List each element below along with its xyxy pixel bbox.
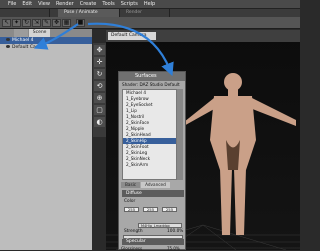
color-r-field[interactable]: 255	[124, 207, 139, 212]
rotate-icon[interactable]: ↻	[94, 69, 105, 79]
main-toolbar: ↖ ✦ ↻ ⇲ ✎ ✥ ▦ ■	[0, 17, 300, 29]
specular-header[interactable]: Specular	[122, 239, 184, 245]
surfaces-title: Surfaces	[119, 72, 185, 81]
menu-file[interactable]: File	[8, 1, 16, 7]
zoom-icon[interactable]: ⊕	[94, 93, 105, 103]
frame-icon[interactable]: ▢	[94, 105, 105, 115]
grid-tool-icon[interactable]: ▦	[62, 19, 71, 27]
scene-tab-bar: Scene	[0, 29, 92, 37]
diffuse-map-field[interactable]: M4Hip_Lmaddox	[138, 223, 182, 228]
list-item[interactable]: 2_SkinArm	[123, 162, 176, 168]
surface-list[interactable]: Michael 4 1_Eyebrow 2_EyeSocket 1_Lip 1_…	[122, 89, 177, 180]
menu-edit[interactable]: Edit	[22, 1, 32, 7]
diffuse-header[interactable]: Diffuse	[122, 190, 184, 197]
color-label: Color	[124, 199, 136, 204]
visibility-eye-icon[interactable]	[6, 38, 10, 41]
strength-label: Strength	[124, 229, 143, 234]
visibility-eye-icon[interactable]	[6, 45, 10, 48]
strength-value: 100.0%	[167, 229, 184, 234]
menu-tools[interactable]: Tools	[102, 1, 114, 7]
tab-other[interactable]	[14, 29, 28, 37]
tab-basic[interactable]: Basic	[121, 182, 141, 188]
glossiness-label: Glossiness	[121, 246, 143, 251]
scene-item-camera[interactable]: Default Camera	[0, 44, 92, 51]
arrow-tool-icon[interactable]: ↖	[2, 19, 11, 27]
menu-create[interactable]: Create	[80, 1, 97, 7]
tab-render[interactable]: Render	[120, 9, 170, 17]
orbit-icon[interactable]: ⟲	[94, 81, 105, 91]
menu-help[interactable]: Help	[144, 1, 155, 7]
room-tabs: Pose / Animate Render	[0, 9, 300, 17]
cube-tool-icon[interactable]: ■	[76, 19, 85, 27]
color-b-field[interactable]: 255	[162, 207, 177, 212]
move-tool-icon[interactable]: ✥	[52, 19, 61, 27]
tab-pose-animate[interactable]: Pose / Animate	[58, 9, 120, 17]
tab-scene[interactable]: Scene	[28, 29, 51, 37]
camera-select[interactable]: Default Camera	[108, 32, 156, 40]
sparkle-tool-icon[interactable]: ✦	[12, 19, 21, 27]
move-icon[interactable]: ✛	[94, 57, 105, 67]
surfaces-panel: Surfaces Shader: DAZ Studio Default Mich…	[118, 71, 186, 251]
menu-view[interactable]: View	[38, 1, 50, 7]
scale-tool-icon[interactable]: ⇲	[32, 19, 41, 27]
tab-advanced[interactable]: Advanced	[141, 182, 170, 188]
viewport-header: Default Camera	[106, 30, 300, 42]
shader-label: Shader: DAZ Studio Default	[122, 82, 180, 87]
menu-bar: File Edit View Render Create Tools Scrip…	[0, 0, 300, 9]
scene-item-michael[interactable]: Michael 4	[0, 37, 92, 44]
menu-scripts[interactable]: Scripts	[121, 1, 138, 7]
pan-icon[interactable]: ◐	[94, 117, 105, 127]
scene-pane: Scene Michael 4 Default Camera	[0, 29, 92, 250]
glossiness-value: 75.0%	[167, 246, 180, 251]
viewport-tools: ✥ ✛ ↻ ⟲ ⊕ ▢ ◐	[93, 43, 106, 137]
rotate-tool-icon[interactable]: ↻	[22, 19, 31, 27]
tab-left[interactable]	[0, 9, 50, 17]
translate-icon[interactable]: ✥	[94, 45, 105, 55]
menu-render[interactable]: Render	[56, 1, 74, 7]
paint-tool-icon[interactable]: ✎	[42, 19, 51, 27]
property-tabs: Basic Advanced	[121, 182, 170, 188]
list-scrollbar[interactable]	[177, 89, 183, 180]
color-g-field[interactable]: 255	[143, 207, 158, 212]
